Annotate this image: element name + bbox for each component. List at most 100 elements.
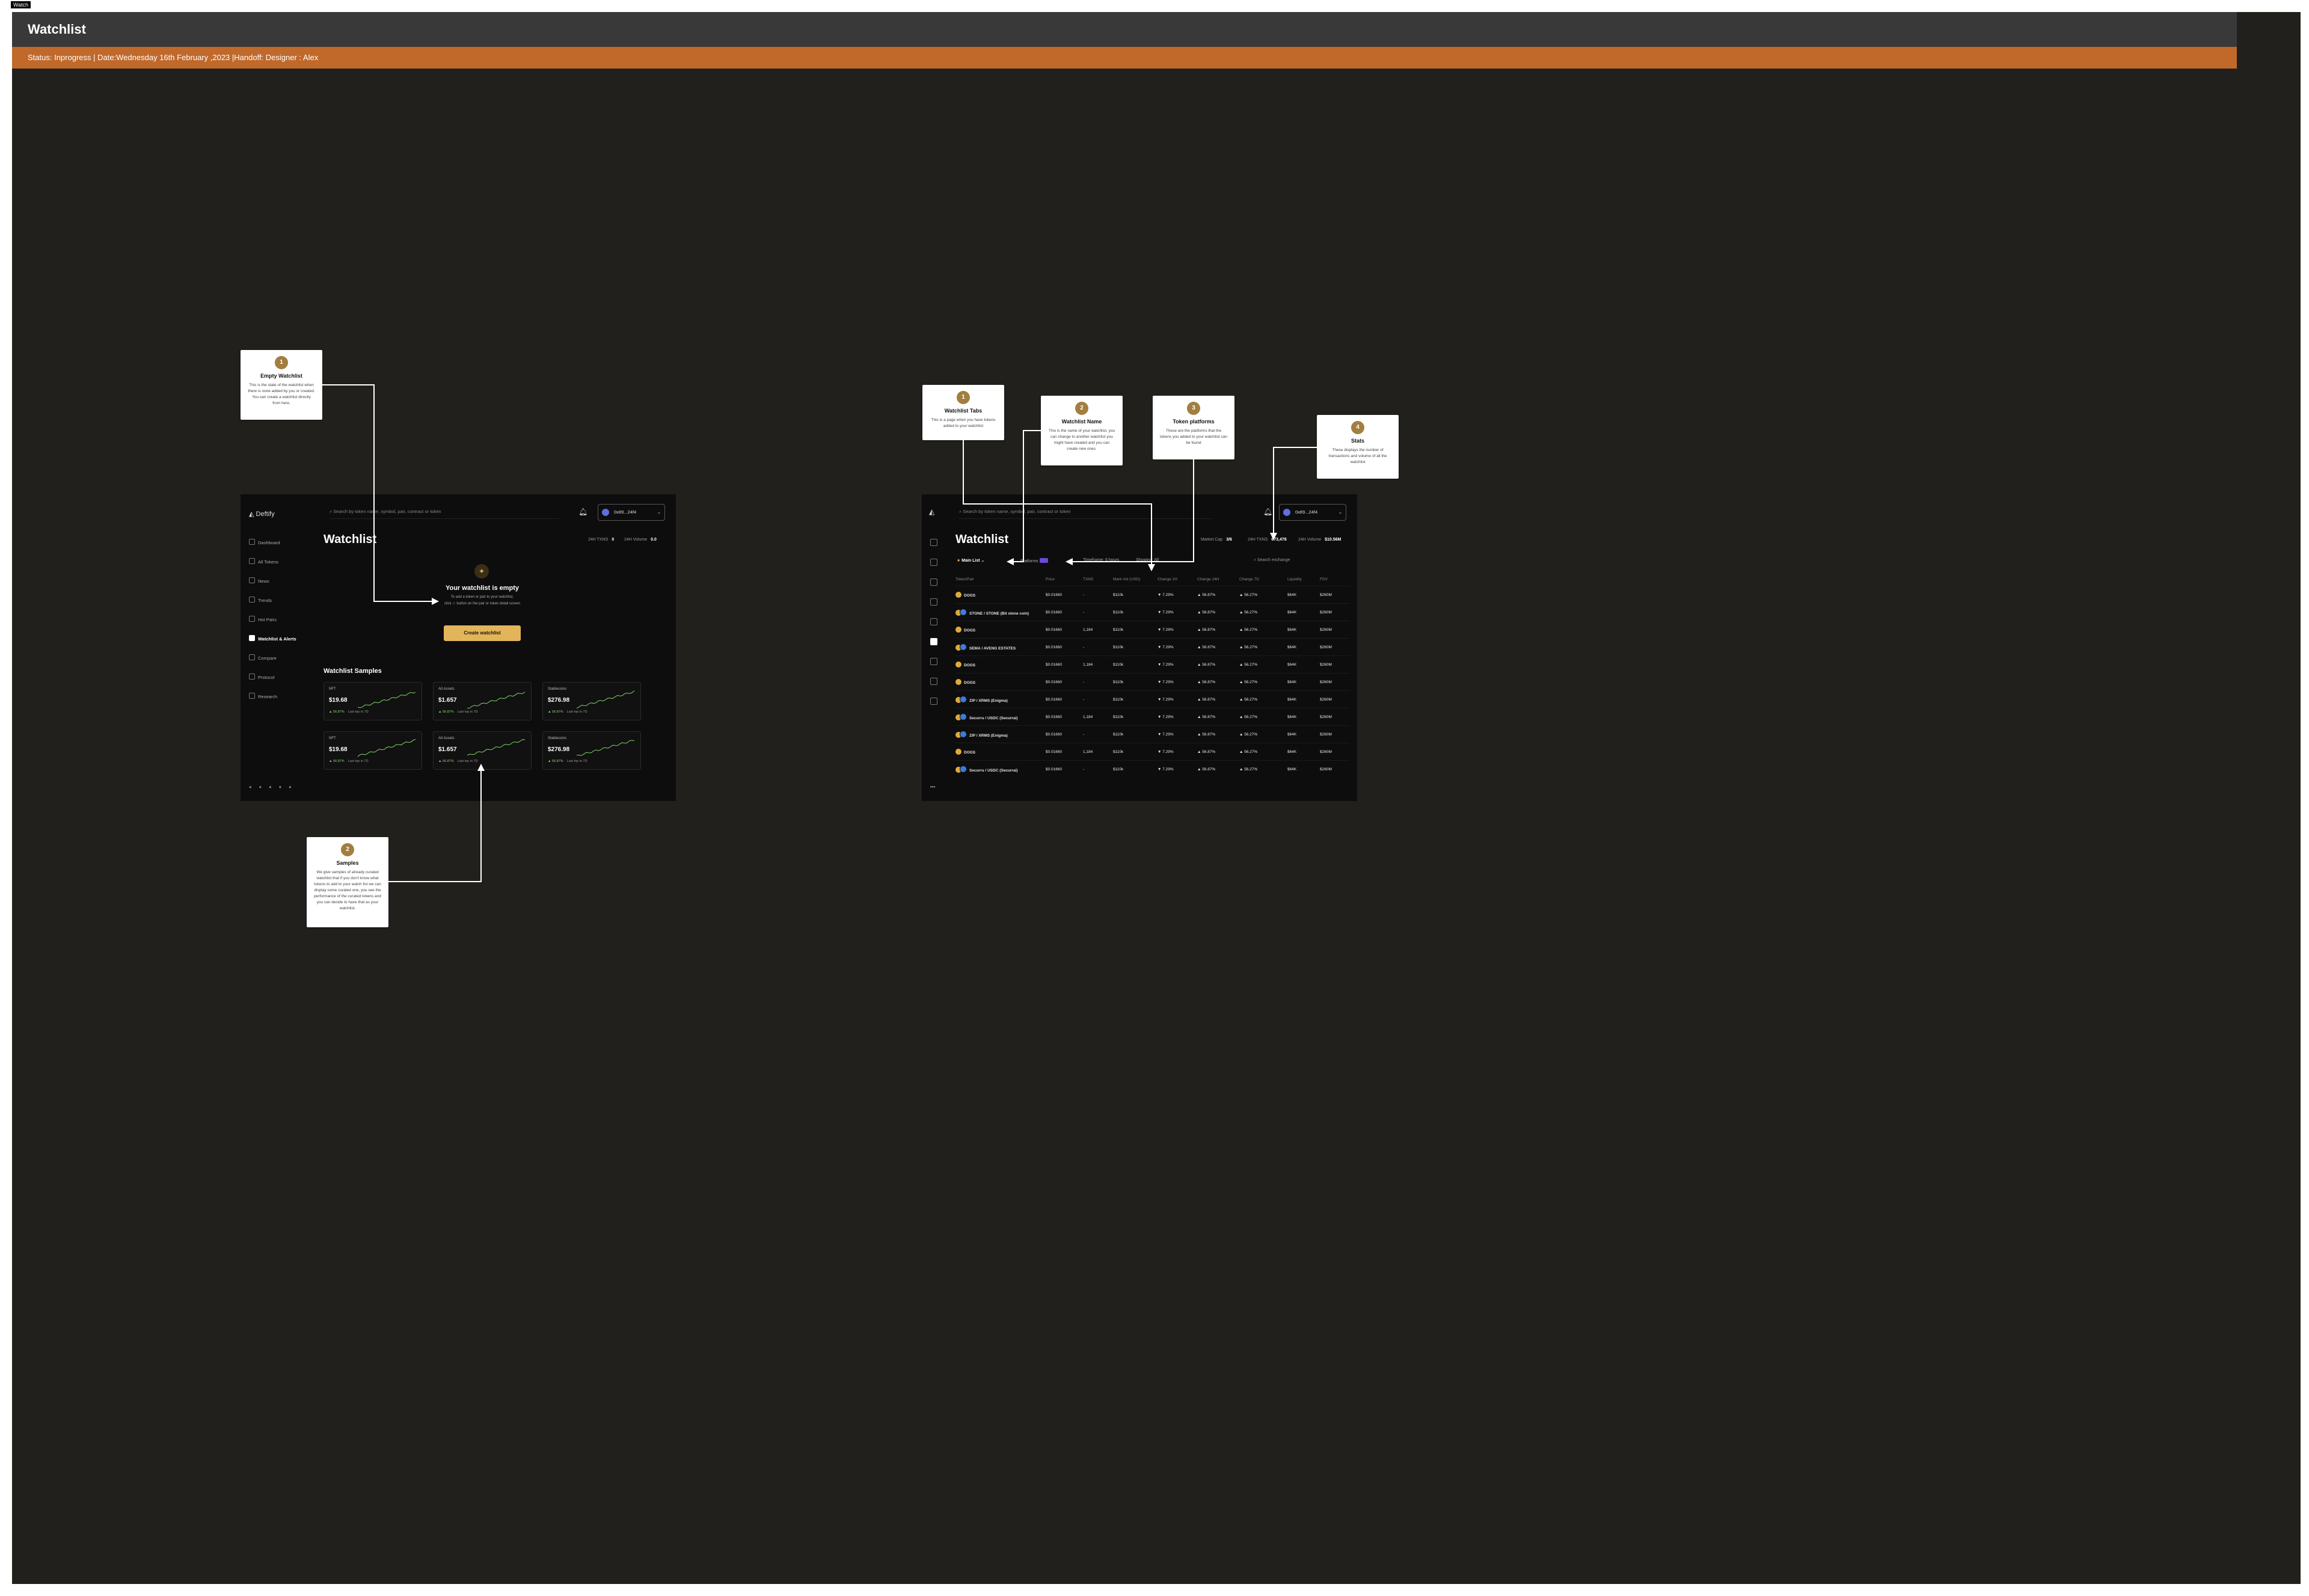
- column-header[interactable]: Mark Vol (USD): [1113, 572, 1158, 586]
- wallet-button[interactable]: 0x89...24f4 ⌄: [1279, 504, 1346, 521]
- table-row[interactable]: Securru / USDC (Securrai) $0.01660 - $110k ▼…: [955, 760, 1350, 778]
- sample-card[interactable]: NFT $19.68 ▲ 56.87% Last top in 7D: [324, 731, 422, 770]
- sample-card[interactable]: NFT $19.68 ▲ 56.87% Last top in 7D: [324, 682, 422, 720]
- email-icon[interactable]: ●: [269, 784, 279, 790]
- sample-card[interactable]: Stablecoins $276.98 ▲ 56.87% Last top in 7D: [542, 731, 641, 770]
- table-cell: $0.01660: [1046, 655, 1083, 674]
- sample-card[interactable]: AII Assets $1.657 ▲ 56.87% Last top in 7D: [433, 682, 532, 720]
- table-cell: $110k: [1113, 743, 1158, 761]
- table-cell: ▲ 56.27%: [1239, 586, 1287, 604]
- cell-text: DOGS: [964, 750, 976, 755]
- dashboard-icon[interactable]: [930, 539, 937, 546]
- sidebar-item-all-tokens[interactable]: All Tokens: [249, 558, 278, 565]
- column-header[interactable]: Liquidity: [1287, 572, 1320, 586]
- trends-icon[interactable]: [930, 598, 937, 606]
- table-cell: SEMA / AVENG ESTATES: [955, 638, 1046, 656]
- quote-token-logo-icon: [960, 696, 967, 703]
- docs-icon[interactable]: ●: [289, 784, 299, 790]
- table-cell: STONE / STONE (Bit stone coin): [955, 603, 1046, 621]
- search-exchange-input[interactable]: ⌕ Search exchange: [1254, 558, 1290, 563]
- cell-text: ▲ 56.87%: [1197, 662, 1216, 667]
- table-row[interactable]: DOGS $0.01660 1,184 $110k ▼ 7.29% ▲ 56.87% ▲ 5…: [955, 621, 1350, 639]
- table-row[interactable]: ZIP / XRMS (Enigma) $0.01660 - $110k ▼ 7.29%…: [955, 725, 1350, 743]
- table-cell: $110k: [1113, 725, 1158, 743]
- table-row[interactable]: STONE / STONE (Bit stone coin) $0.01660 - $…: [955, 603, 1350, 621]
- cell-text: $0.01660: [1046, 645, 1063, 649]
- sample-card[interactable]: Stablecoins $276.98 ▲ 56.87% Last top in 7D: [542, 682, 641, 720]
- compare-icon[interactable]: [930, 658, 937, 665]
- watchlist-icon[interactable]: [930, 638, 937, 645]
- telegram-icon[interactable]: ●: [279, 784, 289, 790]
- tokens-icon: [249, 558, 255, 564]
- column-header[interactable]: Change 1H: [1158, 572, 1197, 586]
- sample-sparkline: [467, 739, 526, 756]
- column-header[interactable]: TXNS: [1083, 572, 1113, 586]
- table-cell: $64K: [1287, 760, 1320, 778]
- watchlist-table: Token/Pair Price TXNS Mark Vol (USD) Cha…: [955, 572, 1350, 778]
- column-header[interactable]: FDV: [1320, 572, 1350, 586]
- notification-bell-icon[interactable]: 🔔︎: [578, 508, 587, 516]
- discord-icon[interactable]: ●: [249, 784, 259, 790]
- table-row[interactable]: DOGS $0.01660 - $110k ▼ 7.29% ▲ 56.87% ▲ 56.27…: [955, 673, 1350, 691]
- timeframe-filter[interactable]: Timeframe: 6 hours: [1083, 558, 1119, 562]
- sidebar-item-news[interactable]: News: [249, 577, 269, 584]
- platforms-filter[interactable]: Platforms: [1020, 558, 1048, 563]
- sidebar-item-research[interactable]: Research: [249, 693, 277, 699]
- collapsed-sidebar: [930, 539, 937, 717]
- table-row[interactable]: DOGS $0.01660 - $110k ▼ 7.29% ▲ 56.87% ▲ 56.27…: [955, 586, 1350, 604]
- table-cell: $0.01660: [1046, 725, 1083, 743]
- research-icon[interactable]: [930, 698, 937, 705]
- table-cell: ZIP / XRMS (Enigma): [955, 725, 1046, 743]
- column-header[interactable]: Price: [1046, 572, 1083, 586]
- twitter-icon[interactable]: ●: [259, 784, 269, 790]
- table-cell: $0.01660: [1046, 673, 1083, 691]
- sidebar-item-compare[interactable]: Compare: [249, 654, 277, 661]
- cell-text: $0.01660: [1046, 610, 1063, 615]
- table-row[interactable]: SEMA / AVENG ESTATES $0.01660 - $110k ▼ 7.29…: [955, 638, 1350, 656]
- showing-filter[interactable]: Showing: All: [1136, 558, 1159, 562]
- news-icon[interactable]: [930, 579, 937, 586]
- quote-token-logo-icon: [960, 609, 967, 616]
- search-input[interactable]: ⌕ Search by token name, symbol, pair, co…: [959, 505, 1212, 519]
- table-row[interactable]: DOGS $0.01660 1,184 $110k ▼ 7.29% ▲ 56.87% ▲ 5…: [955, 655, 1350, 674]
- table-cell: -: [1083, 725, 1113, 743]
- search-input[interactable]: ⌕ Search by token name, symbol, pair, co…: [330, 505, 559, 519]
- table-cell: $64K: [1287, 743, 1320, 761]
- hot-pairs-icon[interactable]: [930, 618, 937, 625]
- more-icon[interactable]: •••: [930, 784, 935, 790]
- cell-text: ▲ 56.27%: [1239, 610, 1258, 615]
- table-cell: ▲ 56.87%: [1197, 603, 1239, 621]
- sample-card[interactable]: AII Assets $1.657 ▲ 56.87% Last top in 7D: [433, 731, 532, 770]
- tab-main-list[interactable]: ★ Main List ⌄: [957, 558, 984, 563]
- token-logo-icon: [955, 679, 961, 685]
- table-cell: ▼ 7.29%: [1158, 638, 1197, 656]
- cell-text: $110k: [1113, 680, 1124, 684]
- wallet-button[interactable]: 0x89...24f4 ⌄: [598, 504, 665, 521]
- cell-text: ▲ 56.87%: [1197, 749, 1216, 754]
- cell-text: $110k: [1113, 767, 1124, 772]
- deftify-logo-icon[interactable]: ◭: [929, 508, 934, 516]
- table-row[interactable]: ZIP / XRMS (Enigma) $0.01660 - $110k ▼ 7.29%…: [955, 690, 1350, 708]
- table-cell: Securru / USDC (Securrai): [955, 708, 1046, 726]
- protocol-icon[interactable]: [930, 678, 937, 685]
- sidebar-item-protocol[interactable]: Protocol: [249, 674, 275, 680]
- tokens-icon[interactable]: [930, 559, 937, 566]
- sidebar-item-hot-pairs[interactable]: Hot Pairs: [249, 616, 277, 622]
- notification-bell-icon[interactable]: 🔔︎: [1263, 508, 1272, 516]
- cell-text: $110k: [1113, 645, 1124, 649]
- cell-text: ZIP / XRMS (Enigma): [969, 734, 1008, 738]
- sidebar-item-trends[interactable]: Trends: [249, 597, 272, 603]
- column-header[interactable]: Change 7D: [1239, 572, 1287, 586]
- create-watchlist-button[interactable]: Create watchlist: [444, 625, 521, 641]
- table-row[interactable]: DOGS $0.01660 1,184 $110k ▼ 7.29% ▲ 56.87% ▲ 5…: [955, 743, 1350, 761]
- trends-icon: [249, 597, 255, 603]
- annotation-watchlist-name: 2 Watchlist Name This is the name of you…: [1041, 396, 1123, 465]
- sidebar-item-dashboard[interactable]: Dashboard: [249, 539, 280, 545]
- cell-text: ▲ 56.87%: [1197, 680, 1216, 684]
- cell-text: ▼ 7.29%: [1158, 680, 1174, 684]
- cell-text: -: [1083, 610, 1085, 615]
- column-header[interactable]: Token/Pair: [955, 572, 1046, 586]
- column-header[interactable]: Change 24H: [1197, 572, 1239, 586]
- sidebar-item-watchlist[interactable]: Watchlist & Alerts: [249, 635, 296, 642]
- table-row[interactable]: Securru / USDC (Securrai) $0.01660 1,184 $1…: [955, 708, 1350, 726]
